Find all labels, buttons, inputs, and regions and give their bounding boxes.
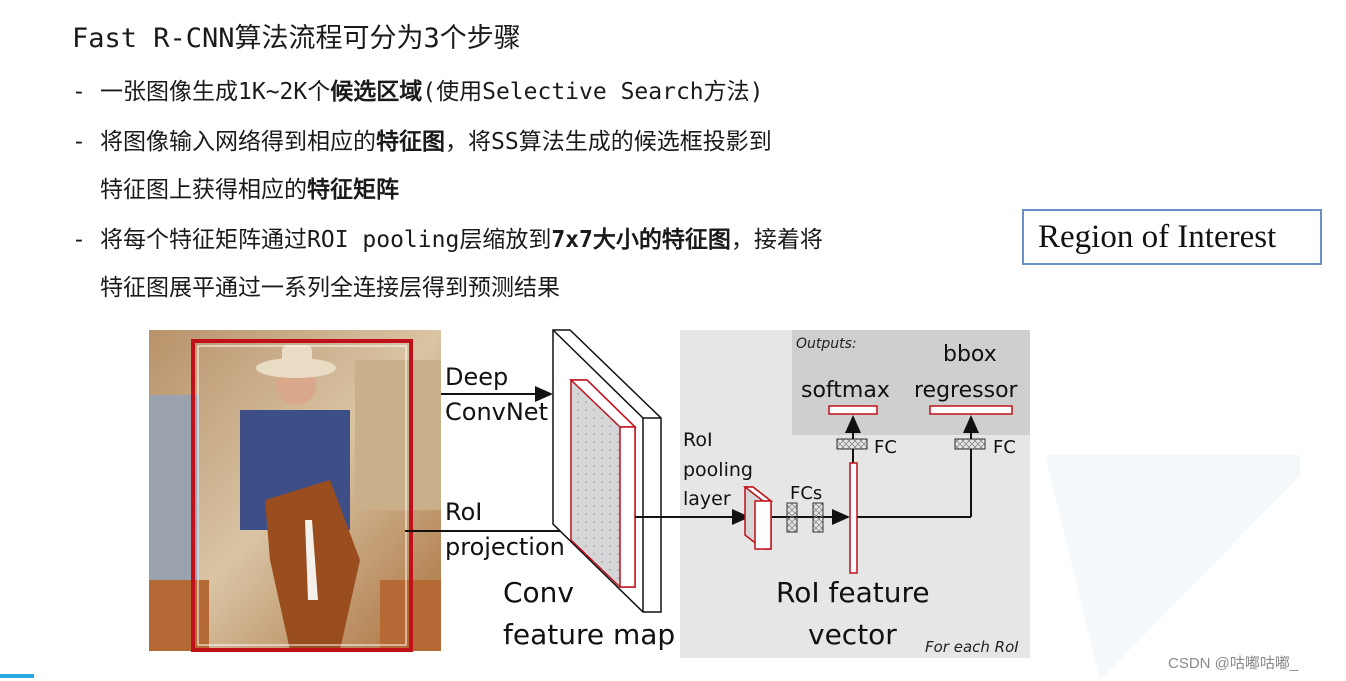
roi-feature-vector [849,462,858,574]
label-fc-right: FC [993,437,1016,458]
label-roi-pooling-3: layer [683,488,731,510]
label-conv: Conv [503,576,574,609]
fc-layer-1 [786,502,798,533]
label-roi: RoI [445,498,482,526]
fc-bbox-layer [954,438,986,450]
label-roi-pooling-2: pooling [683,459,753,481]
label-for-each-roi: For each RoI [925,638,1019,656]
csdn-watermark: CSDN @咕嘟咕嘟_ [1168,655,1299,672]
conv-feature-map [552,329,662,613]
bbox-output-vector [929,405,1013,415]
label-roi-feature: RoI feature [776,576,930,609]
fc-layer-2 [812,502,824,533]
label-softmax: softmax [801,378,890,403]
fc-softmax-layer [836,438,868,450]
label-vector: vector [808,618,897,651]
label-fcs: FCs [790,483,822,504]
input-image [149,330,441,652]
label-projection: projection [445,533,565,561]
label-bbox-regressor: regressor [914,378,1019,403]
fast-rcnn-diagram: Deep ConvNet RoI projection Conv feature… [149,329,1030,658]
softmax-output-vector [828,405,878,415]
label-outputs: Outputs: [796,336,857,352]
label-fc-left: FC [874,437,897,458]
label-convnet: ConvNet [445,398,548,426]
label-feature-map: feature map [503,618,675,651]
label-roi-pooling-1: RoI [683,429,713,451]
label-bbox: bbox [943,342,997,367]
progress-accent-bar [0,674,34,678]
label-deep: Deep [445,363,508,391]
